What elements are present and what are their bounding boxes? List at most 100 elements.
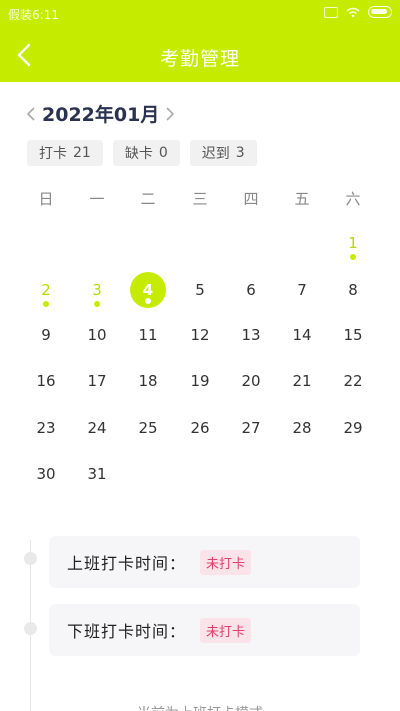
day-number: 23 xyxy=(36,419,56,437)
calendar-day[interactable]: 17 xyxy=(79,363,115,399)
day-number: 24 xyxy=(87,419,107,437)
calendar-day[interactable]: 8 xyxy=(335,272,371,308)
status-icons xyxy=(324,6,392,18)
calendar-day[interactable]: 2 xyxy=(28,272,64,308)
calendar-day[interactable]: 31 xyxy=(79,456,115,492)
status-time: 假装6:11 xyxy=(8,8,59,22)
punch-mode-text: 当前为上班打卡模式 xyxy=(0,703,400,711)
stat-label: 迟到 xyxy=(201,146,230,162)
day-number: 29 xyxy=(343,419,363,437)
stat-value: 0 xyxy=(158,145,168,161)
day-number: 13 xyxy=(241,326,261,344)
calendar-day[interactable]: 16 xyxy=(28,363,64,399)
day-number: 12 xyxy=(190,326,210,344)
day-number: 31 xyxy=(87,465,107,483)
app-header: 假装6:11 考勤管理 xyxy=(0,0,400,82)
calendar-day[interactable]: 19 xyxy=(182,363,218,399)
timeline-dot xyxy=(24,622,37,635)
notification-icon xyxy=(324,6,338,18)
day-number: 18 xyxy=(138,372,158,390)
day-number: 11 xyxy=(138,326,158,344)
calendar-day[interactable]: 27 xyxy=(233,410,269,446)
timeline-dot xyxy=(24,552,37,565)
day-number: 6 xyxy=(246,281,256,299)
checkin-dot xyxy=(94,301,100,307)
day-number: 15 xyxy=(343,326,363,344)
stat-checkin: 打卡 21 xyxy=(27,140,103,166)
checkin-dot xyxy=(145,298,151,304)
calendar-day[interactable]: 29 xyxy=(335,410,371,446)
status-bar: 假装6:11 xyxy=(0,0,400,26)
month-label: 2022年01月 xyxy=(42,104,160,126)
calendar-day[interactable]: 13 xyxy=(233,317,269,353)
calendar-day[interactable]: 5 xyxy=(182,272,218,308)
checkin-dot xyxy=(350,254,356,260)
day-number: 17 xyxy=(87,372,107,390)
calendar-day[interactable]: 28 xyxy=(284,410,320,446)
checkin-dot xyxy=(43,301,49,307)
calendar-day[interactable]: 23 xyxy=(28,410,64,446)
day-number: 1 xyxy=(348,234,358,252)
day-number: 21 xyxy=(292,372,312,390)
wifi-icon xyxy=(346,7,360,17)
calendar-day[interactable]: 1 xyxy=(335,225,371,261)
month-navigator: 2022年01月 xyxy=(24,100,177,127)
weekday-label: 六 xyxy=(345,190,361,208)
day-number: 2 xyxy=(41,281,51,299)
calendar-day[interactable]: 18 xyxy=(130,363,166,399)
day-number: 16 xyxy=(36,372,56,390)
day-number: 4 xyxy=(142,281,154,299)
weekday-label: 三 xyxy=(192,190,208,208)
stat-value: 3 xyxy=(235,145,245,161)
calendar-day[interactable]: 30 xyxy=(28,456,64,492)
calendar-day[interactable]: 3 xyxy=(79,272,115,308)
weekday-label: 日 xyxy=(38,190,54,208)
page-title: 考勤管理 xyxy=(159,48,240,70)
calendar-day[interactable]: 15 xyxy=(335,317,371,353)
day-number: 20 xyxy=(241,372,261,390)
stat-value: 21 xyxy=(73,145,91,161)
day-number: 8 xyxy=(348,281,358,299)
calendar-day[interactable]: 14 xyxy=(284,317,320,353)
calendar-day[interactable]: 26 xyxy=(182,410,218,446)
day-number: 5 xyxy=(195,281,205,299)
calendar-day[interactable]: 24 xyxy=(79,410,115,446)
calendar-day[interactable]: 12 xyxy=(182,317,218,353)
morning-punch-label: 上班打卡时间： xyxy=(67,554,187,573)
day-number: 14 xyxy=(292,326,312,344)
calendar-day[interactable]: 9 xyxy=(28,317,64,353)
day-number: 7 xyxy=(297,281,307,299)
calendar-day[interactable]: 21 xyxy=(284,363,320,399)
day-number: 28 xyxy=(292,419,312,437)
day-number: 3 xyxy=(92,281,102,299)
day-number: 30 xyxy=(36,465,56,483)
weekday-label: 一 xyxy=(89,190,105,208)
weekday-header: 日一二三四五六 xyxy=(0,188,400,212)
day-number: 9 xyxy=(41,326,51,344)
attendance-stats: 打卡 21 缺卡 0 迟到 3 xyxy=(27,140,257,166)
morning-status-badge: 未打卡 xyxy=(200,549,252,575)
calendar-day[interactable]: 4 xyxy=(130,272,166,308)
weekday-label: 五 xyxy=(294,190,310,208)
calendar-day[interactable]: 7 xyxy=(284,272,320,308)
evening-punch-label: 下班打卡时间： xyxy=(67,622,187,641)
morning-punch-card[interactable]: 上班打卡时间： 未打卡 xyxy=(49,536,360,588)
calendar-day[interactable]: 10 xyxy=(79,317,115,353)
calendar-day[interactable]: 22 xyxy=(335,363,371,399)
stat-missing: 缺卡 0 xyxy=(112,140,180,166)
day-number: 22 xyxy=(343,372,363,390)
evening-punch-card[interactable]: 下班打卡时间： 未打卡 xyxy=(49,604,360,656)
day-number: 27 xyxy=(241,419,261,437)
chevron-left-icon[interactable] xyxy=(24,103,38,125)
battery-icon xyxy=(368,6,392,18)
day-number: 10 xyxy=(87,326,107,344)
calendar-day[interactable]: 20 xyxy=(233,363,269,399)
calendar-day[interactable]: 25 xyxy=(130,410,166,446)
day-number: 19 xyxy=(190,372,210,390)
calendar-day[interactable]: 11 xyxy=(130,317,166,353)
day-number: 26 xyxy=(190,419,210,437)
calendar-day[interactable]: 6 xyxy=(233,272,269,308)
weekday-label: 四 xyxy=(243,190,259,208)
chevron-right-icon[interactable] xyxy=(163,103,177,125)
weekday-label: 二 xyxy=(140,190,156,208)
